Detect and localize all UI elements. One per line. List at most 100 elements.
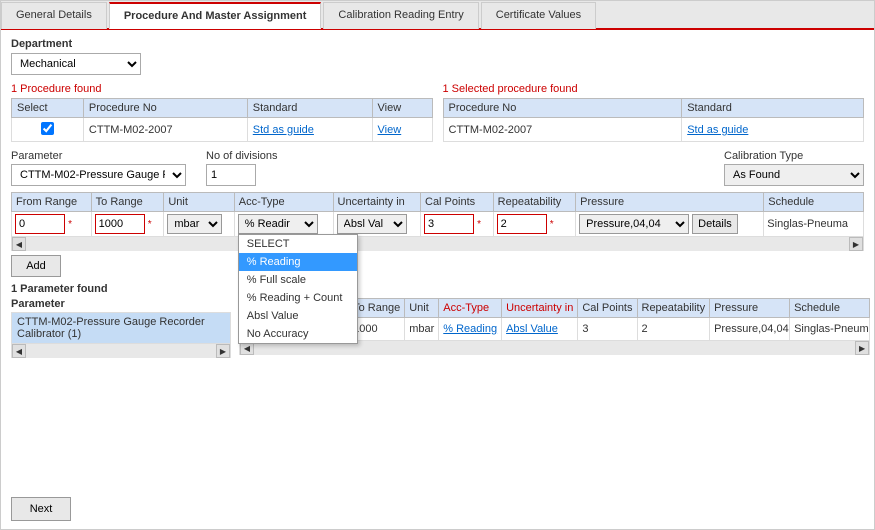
- procedure-area: 1 Procedure found Select Procedure No St…: [11, 83, 864, 142]
- calibration-type-field: Calibration Type As Found: [724, 150, 864, 186]
- th-acc-type: Acc-Type: [234, 193, 333, 212]
- th-detail-unit: Unit: [405, 299, 439, 318]
- col-view: View: [372, 99, 432, 118]
- select-checkbox[interactable]: [41, 122, 54, 135]
- repeatability-input[interactable]: [497, 214, 547, 234]
- asterisk-cal: *: [477, 219, 481, 230]
- asterisk-to: *: [148, 219, 152, 230]
- no-of-divisions-field: No of divisions: [206, 150, 278, 186]
- th-detail-schedule: Schedule: [790, 299, 870, 318]
- detail-acc-link[interactable]: % Reading: [439, 318, 502, 341]
- tab-general-details[interactable]: General Details: [1, 2, 107, 29]
- no-of-divisions-input[interactable]: [206, 164, 256, 186]
- parameter-select[interactable]: CTTM-M02-Pressure Gauge R: [11, 164, 186, 186]
- th-from-range: From Range: [12, 193, 92, 212]
- col-standard: Standard: [247, 99, 372, 118]
- cell-uncertainty[interactable]: Absl Val: [333, 212, 420, 237]
- scroll-right-arrow[interactable]: ▶: [849, 237, 863, 251]
- detail-scroll-right[interactable]: ▶: [855, 341, 869, 355]
- table-row: CTTM-M02-2007 Std as guide: [443, 118, 864, 142]
- cell-to-range[interactable]: *: [91, 212, 164, 237]
- unit-select[interactable]: mbar: [167, 214, 222, 234]
- tab-certificate-values[interactable]: Certificate Values: [481, 2, 596, 29]
- cell-pressure[interactable]: Pressure,04,04 Details: [576, 212, 764, 237]
- param-scroll-left[interactable]: ◀: [12, 344, 26, 358]
- detail-schedule: Singlas-Pneumatic Press: [790, 318, 870, 341]
- param-found-label: 1 Parameter found: [11, 283, 864, 295]
- dropdown-item-no-accuracy[interactable]: No Accuracy: [239, 325, 357, 343]
- th-uncertainty: Uncertainty in: [333, 193, 420, 212]
- calibration-type-select[interactable]: As Found: [724, 164, 864, 186]
- calibration-type-label: Calibration Type: [724, 150, 864, 162]
- cell-repeatability[interactable]: *: [493, 212, 575, 237]
- uncertainty-select[interactable]: Absl Val: [337, 214, 407, 234]
- dropdown-item-reading[interactable]: % Reading: [239, 253, 357, 271]
- th-detail-calpts: Cal Points: [578, 299, 637, 318]
- standard-link[interactable]: Std as guide: [247, 118, 372, 142]
- acc-type-select[interactable]: % Readir: [238, 214, 318, 234]
- th-cal-points: Cal Points: [421, 193, 494, 212]
- sel-standard-link[interactable]: Std as guide: [682, 118, 864, 142]
- pressure-select[interactable]: Pressure,04,04: [579, 214, 689, 234]
- list-item[interactable]: CTTM-M02-Pressure Gauge Recorder Calibra…: [12, 313, 231, 344]
- selected-procedure-label: 1 Selected procedure found: [443, 83, 865, 95]
- th-schedule: Schedule: [764, 193, 864, 212]
- from-range-input[interactable]: [15, 214, 65, 234]
- selected-procedure-panel: 1 Selected procedure found Procedure No …: [443, 83, 865, 142]
- param-scroll-right[interactable]: ▶: [216, 344, 230, 358]
- cell-cal-points[interactable]: *: [421, 212, 494, 237]
- to-range-input[interactable]: [95, 214, 145, 234]
- th-detail-pressure: Pressure: [710, 299, 790, 318]
- param-list-scrollbar[interactable]: ◀ ▶: [11, 344, 231, 358]
- param-list-panel: Parameter CTTM-M02-Pressure Gauge Record…: [11, 298, 231, 491]
- procedure-found-table: Select Procedure No Standard View CTTM-M…: [11, 98, 433, 142]
- col-sel-standard: Standard: [682, 99, 864, 118]
- dropdown-item-fullscale[interactable]: % Full scale: [239, 271, 357, 289]
- parameter-field: Parameter CTTM-M02-Pressure Gauge R: [11, 150, 186, 186]
- tab-procedure-assignment[interactable]: Procedure And Master Assignment: [109, 2, 322, 29]
- acc-type-dropdown-menu: SELECT % Reading % Full scale % Reading …: [238, 234, 358, 344]
- cell-unit[interactable]: mbar: [164, 212, 234, 237]
- tab-calibration-reading[interactable]: Calibration Reading Entry: [323, 2, 478, 29]
- param-list-item[interactable]: CTTM-M02-Pressure Gauge Recorder Calibra…: [12, 313, 231, 344]
- next-button[interactable]: Next: [11, 497, 71, 521]
- details-button[interactable]: Details: [692, 214, 738, 234]
- data-grid-wrapper: From Range To Range Unit Acc-Type Uncert…: [11, 192, 864, 237]
- cal-points-input[interactable]: [424, 214, 474, 234]
- dropdown-item-reading-count[interactable]: % Reading + Count: [239, 289, 357, 307]
- asterisk-rep: *: [550, 219, 554, 230]
- th-unit: Unit: [164, 193, 234, 212]
- th-detail-uncertainty: Uncertainty in: [502, 299, 578, 318]
- parameter-row: Parameter CTTM-M02-Pressure Gauge R No o…: [11, 150, 864, 186]
- detail-pressure: Pressure,04,04: [710, 318, 790, 341]
- th-pressure: Pressure: [576, 193, 764, 212]
- view-link[interactable]: View: [372, 118, 432, 142]
- no-of-divisions-label: No of divisions: [206, 150, 278, 162]
- dropdown-item-absl-value[interactable]: Absl Value: [239, 307, 357, 325]
- th-repeatability: Repeatability: [493, 193, 575, 212]
- sel-proc-no-cell: CTTM-M02-2007: [443, 118, 682, 142]
- add-button[interactable]: Add: [11, 255, 61, 277]
- scroll-left-arrow[interactable]: ◀: [12, 237, 26, 251]
- tab-bar: General Details Procedure And Master Ass…: [1, 1, 874, 30]
- cell-acc-type[interactable]: % Readir SELECT % Reading % Full scale %…: [234, 212, 333, 237]
- col-proc-no: Procedure No: [83, 99, 247, 118]
- detail-unit: mbar: [405, 318, 439, 341]
- param-scroll-track[interactable]: [26, 344, 216, 358]
- department-select[interactable]: Mechanical: [11, 53, 141, 75]
- cell-from-range[interactable]: *: [12, 212, 92, 237]
- horizontal-scrollbar[interactable]: ◀ ▶: [11, 237, 864, 251]
- proc-no-cell: CTTM-M02-2007: [83, 118, 247, 142]
- param-list-table: CTTM-M02-Pressure Gauge Recorder Calibra…: [11, 312, 231, 344]
- col-select: Select: [12, 99, 84, 118]
- select-checkbox-cell[interactable]: [12, 118, 84, 142]
- param-found-section: Parameter CTTM-M02-Pressure Gauge Record…: [11, 298, 864, 491]
- detail-uncertainty-link[interactable]: Absl Value: [502, 318, 578, 341]
- department-label: Department: [11, 38, 864, 50]
- procedure-found-label: 1 Procedure found: [11, 83, 433, 95]
- detail-rep: 2: [637, 318, 710, 341]
- table-row: CTTM-M02-2007 Std as guide View: [12, 118, 433, 142]
- selected-procedure-table: Procedure No Standard CTTM-M02-2007 Std …: [443, 98, 865, 142]
- scroll-track[interactable]: [26, 237, 849, 251]
- dropdown-item-select[interactable]: SELECT: [239, 235, 357, 253]
